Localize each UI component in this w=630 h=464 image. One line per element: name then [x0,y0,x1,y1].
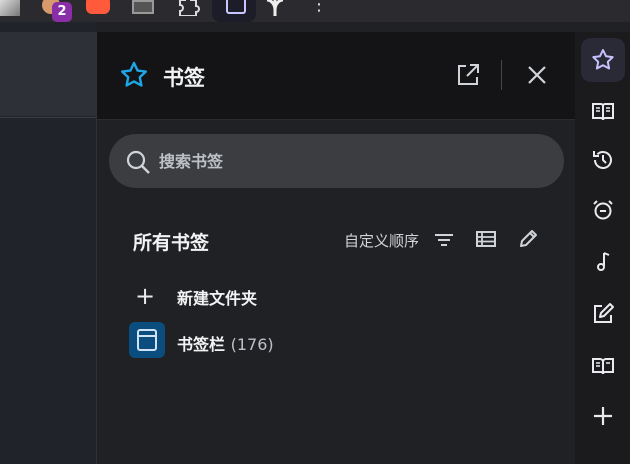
extension-badge: 2 [52,2,72,22]
add-sidebar-button[interactable] [581,394,625,438]
page-header-block [0,32,96,116]
extension-icon-4[interactable] [132,0,154,14]
bookmark-folder-item[interactable]: 书签栏 (176) [125,322,545,362]
notes-button[interactable] [581,292,625,336]
alarm-button[interactable] [581,188,625,232]
close-icon[interactable] [524,62,550,88]
browser-toolbar: 2 ⋮ [0,0,630,22]
panel-header: 书签 [97,32,576,120]
plus-icon: + [135,282,156,310]
bookmarks-bar-icon [129,322,165,358]
page-content-area [0,22,96,464]
edit-icon[interactable] [517,228,539,250]
reader-mode-button[interactable] [581,344,625,388]
new-folder-label: 新建文件夹 [177,289,258,308]
bookmarks-panel: 书签 所有书签 自定义顺序 + 新建文件夹 [96,32,576,464]
header-separator [501,60,502,90]
sort-order-button[interactable]: 自定义顺序 [344,230,419,251]
star-icon [121,61,147,87]
page-divider [0,117,96,118]
search-icon [126,150,150,174]
puzzle-icon[interactable] [176,0,200,16]
extension-icon-3[interactable] [86,0,110,14]
history-icon [593,151,612,169]
note-edit-icon [594,303,614,323]
ai-icon[interactable] [262,0,288,16]
history-button[interactable] [581,138,625,182]
add-icon [594,407,612,425]
extension-icon-1[interactable] [0,0,20,16]
list-view-icon[interactable] [475,229,497,249]
sidebar-toggle-icon[interactable] [212,0,256,22]
reader-icon [592,358,614,375]
reading-list-button[interactable] [581,90,625,134]
menu-icon[interactable]: ⋮ [310,0,328,15]
search-input[interactable] [159,146,539,176]
folder-label: 书签栏 (176) [177,331,274,355]
music-button[interactable] [581,240,625,284]
open-in-new-icon[interactable] [455,62,481,88]
new-folder-button[interactable]: + 新建文件夹 [125,276,545,316]
alarm-icon [593,200,613,220]
star-outline-icon [592,49,614,70]
section-title: 所有书签 [133,232,210,254]
bookmarks-sidebar-button[interactable] [581,38,625,82]
folder-name: 书签栏 [177,335,226,354]
filter-icon[interactable] [433,230,455,250]
music-note-icon [597,252,610,271]
search-box[interactable] [109,134,564,188]
book-open-icon [592,103,614,121]
right-sidebar [575,32,630,464]
folder-count: (176) [230,335,274,354]
panel-title: 书签 [163,66,205,90]
